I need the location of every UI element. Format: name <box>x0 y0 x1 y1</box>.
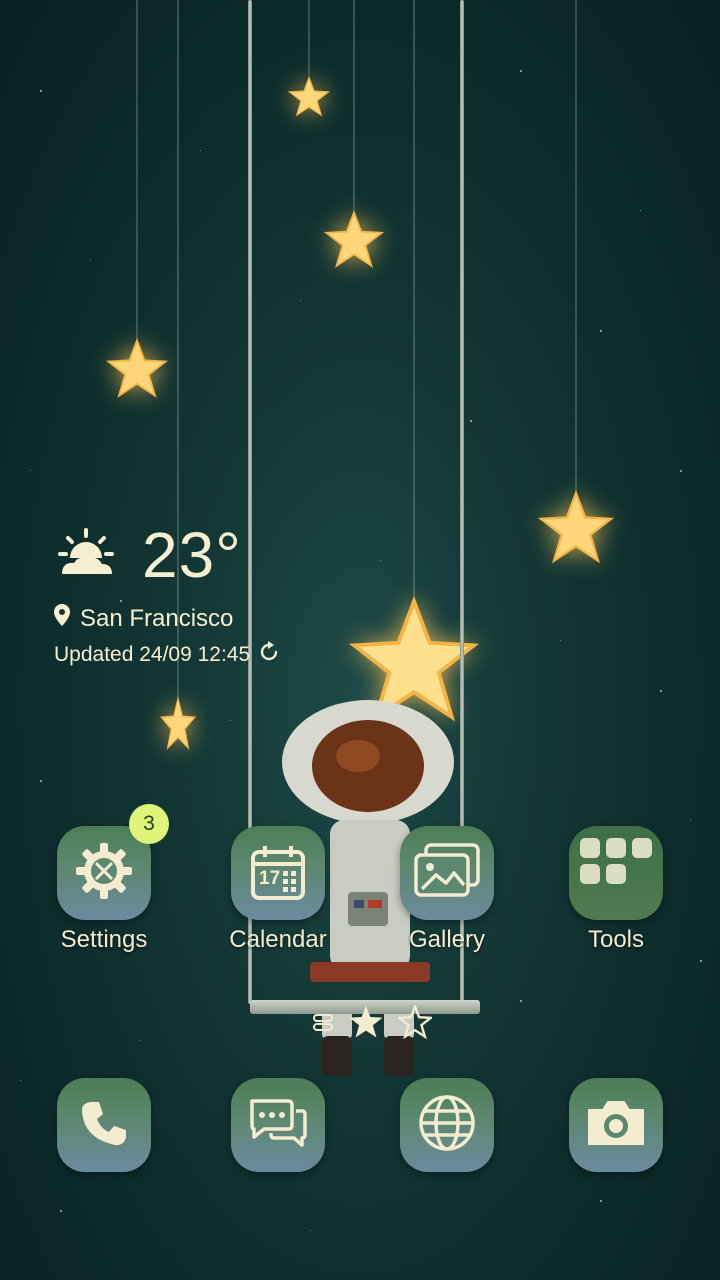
calendar-date: 17 <box>259 868 281 889</box>
camera-tile[interactable] <box>569 1078 663 1172</box>
folder-icon <box>580 838 652 884</box>
notification-badge: 3 <box>129 804 169 844</box>
page-dot-active-star-icon[interactable] <box>348 1004 384 1045</box>
internet-tile[interactable] <box>400 1078 494 1172</box>
camera-icon <box>585 1098 647 1153</box>
app-label: Tools <box>587 926 645 953</box>
home-screen: 23° San Francisco Updated 24/09 12:45 3 … <box>0 0 720 1280</box>
messages-tile[interactable] <box>231 1078 325 1172</box>
app-gallery[interactable]: Gallery <box>367 826 527 954</box>
page-indicator[interactable] <box>312 1002 434 1045</box>
app-label: Gallery <box>408 926 486 953</box>
dock-messages[interactable] <box>198 1078 358 1172</box>
location-name: San Francisco <box>80 604 234 632</box>
partly-cloudy-icon <box>54 526 118 585</box>
gallery-tile[interactable] <box>400 826 494 920</box>
folder-tile[interactable] <box>569 826 663 920</box>
messages-icon <box>248 1097 308 1154</box>
phone-icon <box>79 1098 129 1153</box>
weather-widget[interactable]: 23° San Francisco Updated 24/09 12:45 <box>54 520 280 669</box>
hanging-star <box>538 0 614 566</box>
refresh-icon[interactable] <box>258 641 280 669</box>
temperature: 23° <box>142 519 242 591</box>
dock-phone[interactable] <box>24 1078 184 1172</box>
app-tools-folder[interactable]: Tools <box>536 826 696 954</box>
dock-internet[interactable] <box>367 1078 527 1172</box>
folder-app-preview <box>606 864 626 884</box>
calendar-tile[interactable]: 17 <box>231 826 325 920</box>
location-pin-icon <box>54 604 70 633</box>
home-page-indicator-icon[interactable] <box>312 1011 334 1038</box>
gallery-icon <box>414 842 480 904</box>
calendar-icon: 17 <box>249 844 307 902</box>
updated-time: Updated 24/09 12:45 <box>54 643 251 666</box>
app-settings[interactable]: 3 Settings <box>24 804 184 954</box>
dock-camera[interactable] <box>536 1078 696 1172</box>
app-calendar[interactable]: 17 Calendar <box>198 826 358 954</box>
folder-app-preview <box>606 838 626 858</box>
folder-app-preview <box>580 864 600 884</box>
hanging-star <box>106 0 168 400</box>
app-label: Calendar <box>229 926 327 953</box>
app-label: Settings <box>60 926 148 953</box>
settings-icon <box>74 841 134 906</box>
settings-tile[interactable]: 3 <box>57 804 169 920</box>
phone-tile[interactable] <box>57 1078 151 1172</box>
folder-app-preview <box>580 838 600 858</box>
page-dot-star-icon[interactable] <box>396 1002 434 1044</box>
folder-app-preview <box>632 838 652 858</box>
internet-icon <box>417 1093 477 1158</box>
